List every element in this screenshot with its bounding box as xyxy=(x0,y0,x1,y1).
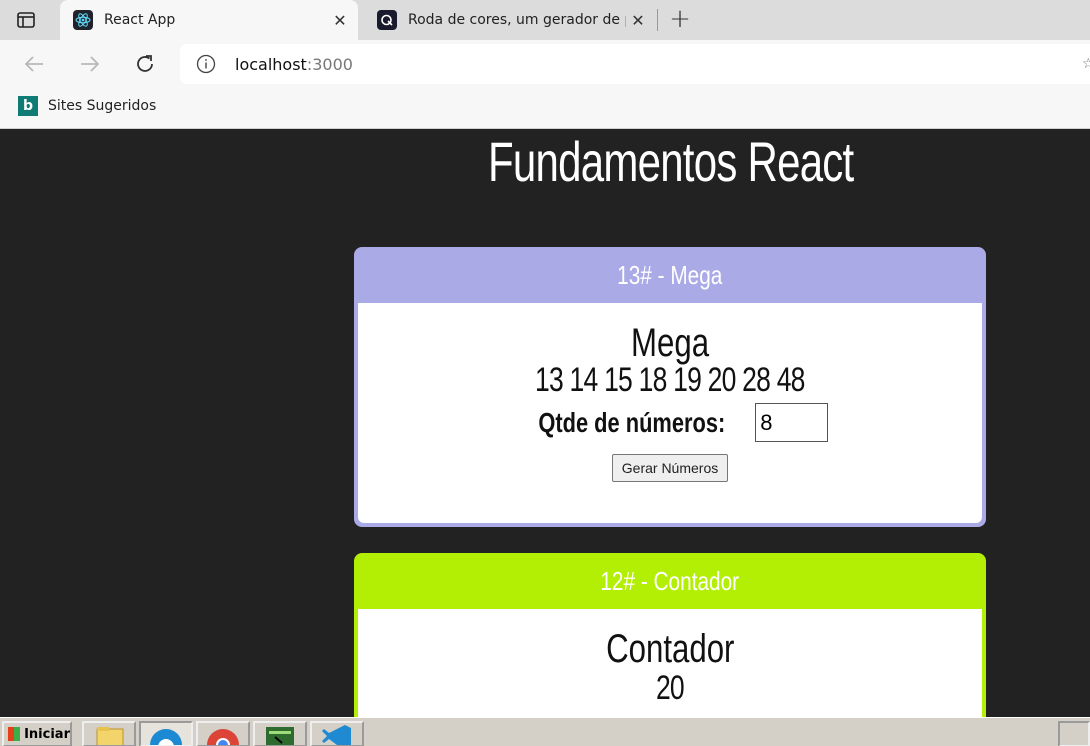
card-heading: Mega xyxy=(630,321,710,365)
tab-react-app[interactable]: React App ✕ xyxy=(60,0,358,40)
counter-value: 20 xyxy=(656,669,685,707)
card-contador: 12# - Contador Contador 20 xyxy=(354,553,986,717)
card-body: Contador 20 xyxy=(358,609,982,717)
url-text[interactable]: localhost:3000 xyxy=(235,55,353,74)
terminal-icon[interactable] xyxy=(253,721,307,746)
new-tab-button[interactable]: + xyxy=(668,6,692,34)
card-header-text: 12# - Contador xyxy=(600,565,740,596)
quantity-input[interactable] xyxy=(755,403,829,442)
quantity-row: Qtde de números: xyxy=(358,403,982,442)
page-content: Fundamentos React 13# - Mega Mega 13 14 … xyxy=(0,129,1090,717)
react-icon xyxy=(73,10,93,30)
start-button[interactable]: Iniciar xyxy=(2,721,72,746)
edge-icon[interactable] xyxy=(139,721,193,746)
card-header: 13# - Mega xyxy=(354,247,986,303)
windows-logo-icon xyxy=(8,727,21,741)
url-port: :3000 xyxy=(306,55,353,74)
colorwheel-icon xyxy=(377,10,397,30)
url-host: localhost xyxy=(235,55,307,74)
explorer-icon[interactable] xyxy=(82,721,136,746)
card-mega: 13# - Mega Mega 13 14 15 18 19 20 28 48 … xyxy=(354,247,986,527)
start-label: Iniciar xyxy=(24,726,70,742)
bookmarks-bar: b Sites Sugeridos xyxy=(0,88,1090,129)
card-heading: Contador xyxy=(605,627,735,671)
tab-title: React App xyxy=(104,12,176,28)
favorite-star-icon[interactable]: ☆ xyxy=(1082,56,1090,72)
bookmark-sites-sugeridos[interactable]: b Sites Sugeridos xyxy=(18,96,156,116)
forward-arrow-icon[interactable] xyxy=(78,52,102,76)
card-header: 12# - Contador xyxy=(354,553,986,609)
chrome-icon[interactable] xyxy=(196,721,250,746)
card-header-text: 13# - Mega xyxy=(617,259,723,290)
generated-numbers: 13 14 15 18 19 20 28 48 xyxy=(535,361,805,399)
bing-icon: b xyxy=(18,96,38,116)
card-body: Mega 13 14 15 18 19 20 28 48 Qtde de núm… xyxy=(358,303,982,523)
tab-title: Roda de cores, um gerador de paletas xyxy=(408,12,626,28)
refresh-icon[interactable] xyxy=(133,52,157,76)
site-info-icon[interactable] xyxy=(196,54,216,74)
close-tab-icon[interactable]: ✕ xyxy=(328,11,352,30)
tab-roda-de-cores[interactable]: Roda de cores, um gerador de paletas ✕ xyxy=(364,0,656,40)
close-tab-icon[interactable]: ✕ xyxy=(626,11,650,30)
page-title: Fundamentos React xyxy=(488,130,854,193)
tab-strip: React App ✕ Roda de cores, um gerador de… xyxy=(0,0,1090,40)
address-bar[interactable]: localhost:3000 ☆ xyxy=(180,44,1090,84)
tab-actions-icon[interactable] xyxy=(14,9,38,31)
tray-icon[interactable] xyxy=(1058,721,1090,746)
generate-numbers-button[interactable]: Gerar Números xyxy=(611,454,729,482)
tab-divider xyxy=(657,9,658,31)
back-arrow-icon[interactable] xyxy=(22,52,46,76)
bookmark-label: Sites Sugeridos xyxy=(48,98,157,114)
browser-toolbar: localhost:3000 ☆ xyxy=(0,40,1090,88)
taskbar: Iniciar xyxy=(0,717,1090,746)
vscode-icon[interactable] xyxy=(310,721,364,746)
quantity-label: Qtde de números: xyxy=(538,406,725,438)
